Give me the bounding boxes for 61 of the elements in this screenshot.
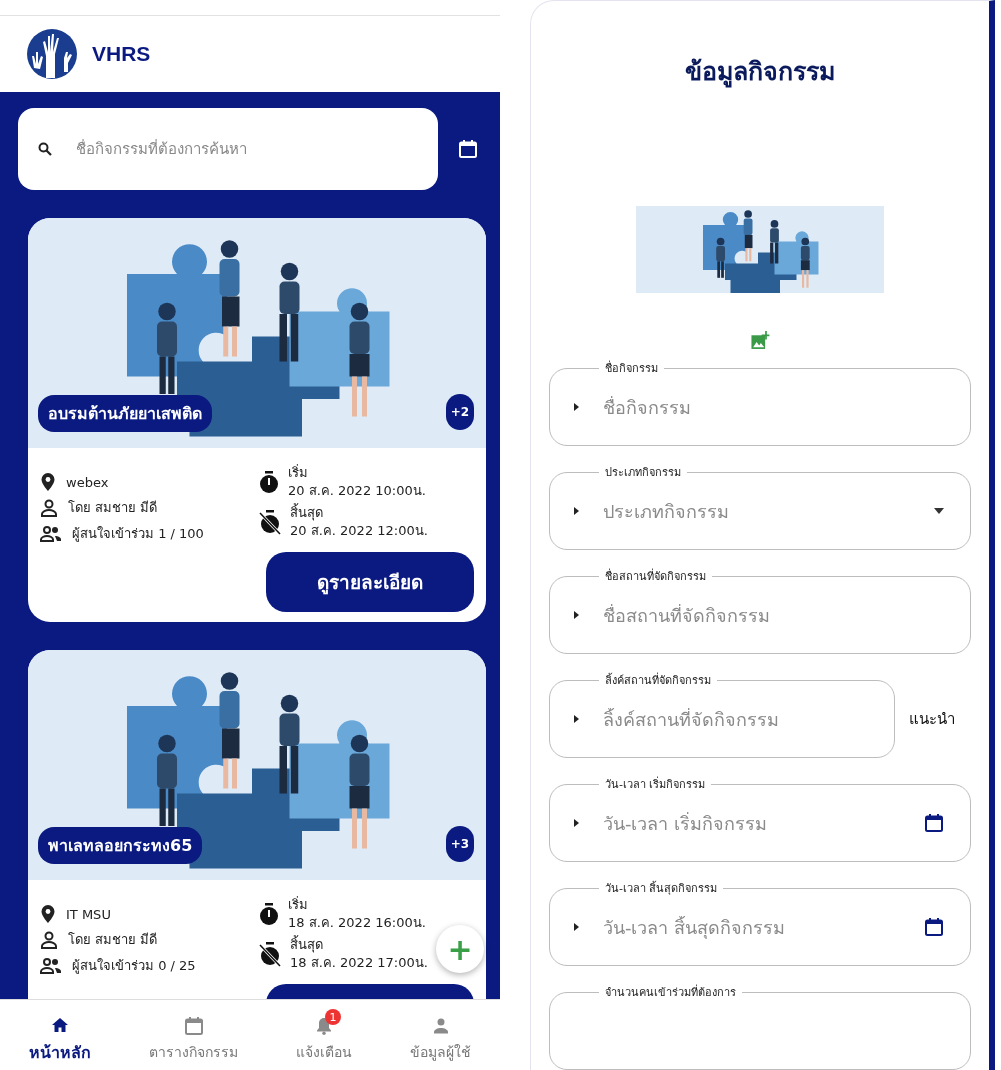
more-images-badge: +2 [446,394,474,430]
dropdown-caret-icon [934,508,944,514]
activity-title: พาเลทลอยกระทง65 [38,827,203,864]
search-icon [38,142,52,156]
nav-tab[interactable]: หน้าหลัก [29,1005,91,1065]
caret-icon [574,819,579,827]
home-icon [51,1016,69,1033]
activity-title: อบรมต้านภัยยาเสพติด [38,395,212,432]
caret-icon [574,507,579,515]
end-time: 18 ส.ค. 2022 17:00น. [290,954,428,972]
participants-text: ผู้สนใจเข้าร่วม 1 / 100 [72,525,204,544]
organizer-text: โดย สมชาย มีดี [68,931,158,949]
search-field[interactable]: ชื่อกิจกรรมที่ต้องการค้นหา [18,108,438,190]
end-label: สิ้นสุด [290,936,324,954]
stopwatch-icon [258,902,280,926]
text-input[interactable]: ประเภทกิจกรรม [601,499,912,523]
calendar-icon [924,813,944,833]
calendar-icon[interactable] [458,139,478,159]
field-label: วัน-เวลา สิ้นสุดกิจกรรม [599,879,724,897]
app-name: VHRS [92,42,151,66]
organizer-text: โดย สมชาย มีดี [68,499,158,517]
start-time: 20 ส.ค. 2022 10:00น. [288,482,426,500]
text-input[interactable]: ชื่อสถานที่จัดกิจกรรม [601,603,944,627]
participants-text: ผู้สนใจเข้าร่วม 0 / 25 [72,957,196,976]
details-button[interactable]: ดูรายละเอียด [266,552,474,612]
suggest-link[interactable]: แนะนำ [909,707,955,731]
location-text: IT MSU [66,906,111,922]
bell-icon [316,1017,332,1035]
form-title: ข้อมูลกิจกรรม [685,56,835,90]
people-icon [40,525,62,542]
start-label: เริ่ม [288,896,309,914]
end-label: สิ้นสุด [290,504,324,522]
location-pin-icon [40,472,56,492]
end-time: 20 ส.ค. 2022 12:00น. [290,522,428,540]
search-input[interactable]: ชื่อกิจกรรมที่ต้องการค้นหา [74,139,398,159]
location-pin-icon [40,904,56,924]
start-label: เริ่ม [288,464,309,482]
stopwatch-icon [258,470,280,494]
text-input[interactable]: วัน-เวลา เริ่มกิจกรรม [601,811,902,835]
stopwatch-off-icon [258,941,282,967]
nav-tab[interactable]: ตารางกิจกรรม [149,1007,238,1063]
more-images-badge: +3 [446,826,474,862]
nav-tab[interactable]: 1 แจ้งเตือน [296,1007,352,1063]
caret-icon [574,715,579,723]
calendar-icon [924,917,944,937]
text-input[interactable]: ชื่อกิจกรรม [601,395,944,419]
add-photo-icon[interactable] [749,331,771,350]
nav-tab[interactable]: ข้อมูลผู้ใช้ [410,1007,471,1063]
person-icon [432,1018,449,1034]
notification-badge: 1 [325,1009,341,1025]
location-text: webex [66,474,109,490]
raised-hands-logo [26,28,78,80]
caret-icon [574,403,579,411]
people-icon [40,957,62,974]
start-time: 18 ส.ค. 2022 16:00น. [288,914,426,932]
person-icon [40,498,58,517]
stopwatch-off-icon [258,509,282,535]
calendar-icon [183,1016,204,1036]
caret-icon [574,611,579,619]
caret-icon [574,923,579,931]
person-icon [40,930,58,949]
